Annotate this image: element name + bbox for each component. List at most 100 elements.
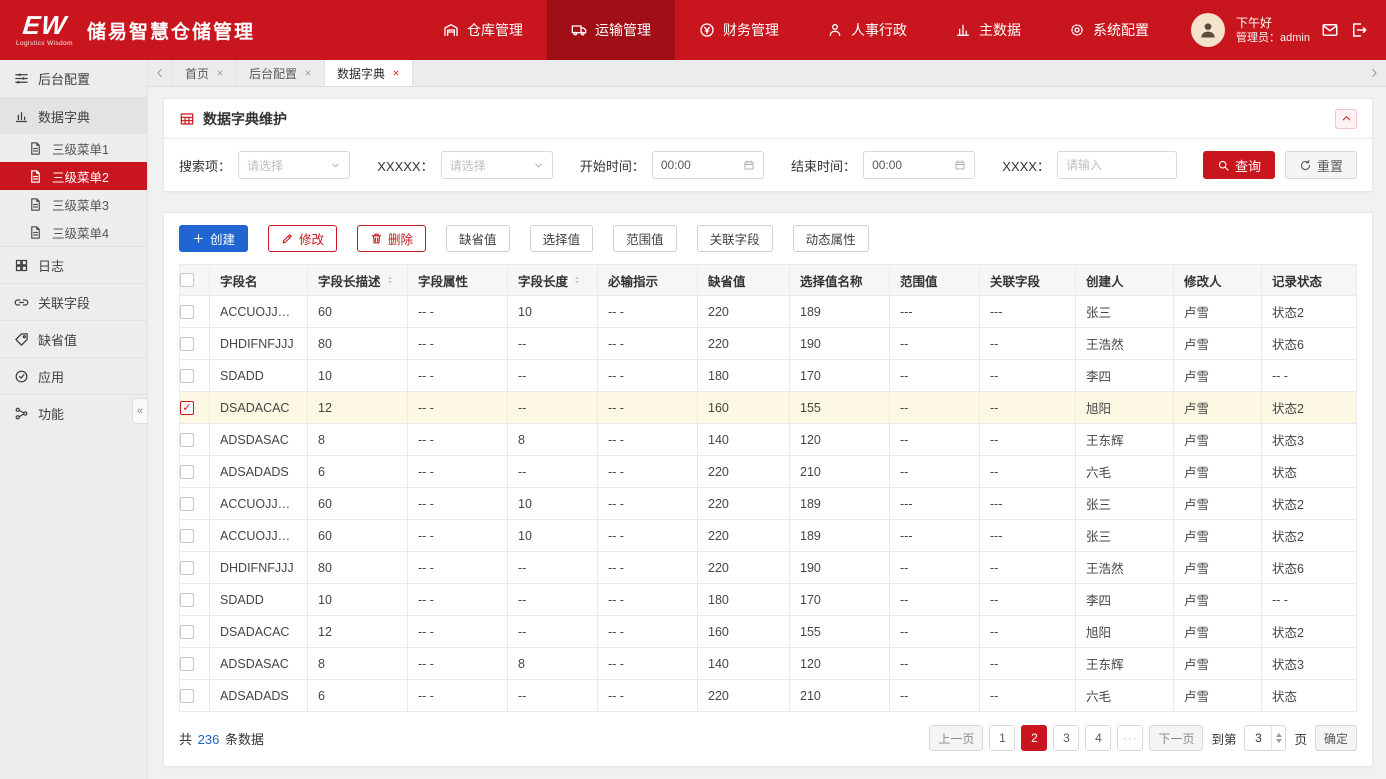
cell-modifier: 卢雪	[1174, 584, 1262, 616]
cell-field-attribute: -- -	[408, 392, 508, 424]
filter-label: 开始时间：	[580, 156, 645, 175]
filter-label: XXXXX：	[377, 156, 433, 175]
sidebar-collapse-handle[interactable]: «	[132, 398, 147, 424]
query-button[interactable]: 查询	[1203, 151, 1275, 179]
xxxx-input[interactable]	[1057, 151, 1177, 179]
tab-data-dictionary[interactable]: 数据字典	[325, 60, 413, 86]
table-row[interactable]: DHDIFNFJJJ 80 -- - -- -- - 220 190 -- --…	[180, 552, 1357, 584]
row-checkbox[interactable]	[180, 433, 194, 447]
close-icon[interactable]	[304, 69, 312, 77]
tabs-scroll-right[interactable]	[1362, 60, 1386, 86]
sidebar-item-backend-config[interactable]: 后台配置	[0, 60, 147, 97]
sidebar-item-default-values[interactable]: 缺省值	[0, 320, 147, 357]
confirm-page-button[interactable]: 确定	[1315, 725, 1357, 751]
select-all-checkbox[interactable]	[180, 273, 194, 287]
row-checkbox[interactable]	[180, 561, 194, 575]
row-checkbox[interactable]	[180, 529, 194, 543]
panel-collapse-button[interactable]	[1335, 109, 1357, 129]
row-checkbox[interactable]	[180, 369, 194, 383]
sidebar-item-submenu-1[interactable]: 三级菜单1	[0, 134, 147, 162]
row-checkbox[interactable]	[180, 337, 194, 351]
table-row[interactable]: SDADD 10 -- - -- -- - 180 170 -- -- 李四 卢	[180, 584, 1357, 616]
table-row[interactable]: ACCUOJJDJN 60 -- - 10 -- - 220 189 --- -…	[180, 296, 1357, 328]
select-value-button[interactable]: 选择值	[530, 225, 594, 252]
end-time-picker[interactable]: 00:00	[863, 151, 975, 179]
sidebar-item-submenu-2[interactable]: 三级菜单2	[0, 162, 147, 190]
greeting-block: 下午好 管理员：admin	[1236, 17, 1310, 44]
cell-field-length: --	[508, 680, 598, 712]
logout-icon[interactable]	[1350, 21, 1368, 39]
nav-hr[interactable]: 人事行政	[803, 0, 931, 60]
xxxxx-select[interactable]: 请选择	[441, 151, 553, 179]
tab-home[interactable]: 首页	[172, 60, 237, 86]
prev-page-button[interactable]: 上一页	[929, 725, 983, 751]
sidebar-item-submenu-3[interactable]: 三级菜单3	[0, 190, 147, 218]
avatar[interactable]	[1191, 13, 1225, 47]
nav-transport[interactable]: 运输管理	[547, 0, 675, 60]
start-time-picker[interactable]: 00:00	[652, 151, 764, 179]
table-row[interactable]: ADSADADS 6 -- - -- -- - 220 210 -- -- 六毛	[180, 456, 1357, 488]
sidebar-item-data-dictionary[interactable]: 数据字典	[0, 97, 147, 134]
row-checkbox-cell	[180, 392, 210, 424]
row-checkbox[interactable]	[180, 401, 194, 415]
page-button-4[interactable]: 4	[1085, 725, 1111, 751]
sidebar-item-submenu-4[interactable]: 三级菜单4	[0, 218, 147, 246]
page-button-1[interactable]: 1	[989, 725, 1015, 751]
table-row[interactable]: DSADACAC 12 -- - -- -- - 160 155 -- -- 旭…	[180, 392, 1357, 424]
sidebar-item-related-fields[interactable]: 关联字段	[0, 283, 147, 320]
related-field-button[interactable]: 关联字段	[697, 225, 773, 252]
row-checkbox[interactable]	[180, 497, 194, 511]
sidebar-item-application[interactable]: 应用	[0, 357, 147, 394]
cell-default-value: 220	[698, 552, 790, 584]
table-row[interactable]: DSADACAC 12 -- - -- -- - 160 155 -- -- 旭…	[180, 616, 1357, 648]
tab-backend-config[interactable]: 后台配置	[237, 60, 325, 86]
goto-page-input[interactable]: 3	[1244, 725, 1286, 751]
row-checkbox[interactable]	[180, 689, 194, 703]
next-page-button[interactable]: 下一页	[1149, 725, 1203, 751]
nav-finance[interactable]: 财务管理	[675, 0, 803, 60]
search-item-select[interactable]: 请选择	[238, 151, 350, 179]
nav-warehouse[interactable]: 仓库管理	[419, 0, 547, 60]
sidebar-item-logs[interactable]: 日志	[0, 246, 147, 283]
spinner-arrows[interactable]	[1271, 726, 1285, 750]
sort-icon[interactable]	[385, 275, 395, 285]
page-ellipsis[interactable]: ···	[1117, 725, 1143, 751]
modify-button[interactable]: 修改	[268, 225, 337, 252]
table-row[interactable]: ADSDASAC 8 -- - 8 -- - 140 120 -- -- 王东辉	[180, 424, 1357, 456]
table-row[interactable]: ACCUOJJDJN 60 -- - 10 -- - 220 189 --- -…	[180, 488, 1357, 520]
reset-button[interactable]: 重置	[1285, 151, 1357, 179]
row-checkbox[interactable]	[180, 465, 194, 479]
sidebar-item-function[interactable]: 功能	[0, 394, 147, 431]
cell-field-length: 8	[508, 424, 598, 456]
table-row[interactable]: DHDIFNFJJJ 80 -- - -- -- - 220 190 -- --…	[180, 328, 1357, 360]
table-row[interactable]: ACCUOJJDJN 60 -- - 10 -- - 220 189 --- -…	[180, 520, 1357, 552]
chevron-right-icon	[1368, 67, 1380, 79]
table-row[interactable]: ADSADADS 6 -- - -- -- - 220 210 -- -- 六毛	[180, 680, 1357, 712]
page-button-2[interactable]: 2	[1021, 725, 1047, 751]
row-checkbox[interactable]	[180, 657, 194, 671]
sidebar-item-label: 三级菜单3	[52, 195, 109, 214]
dynamic-attribute-button[interactable]: 动态属性	[793, 225, 869, 252]
page-button-3[interactable]: 3	[1053, 725, 1079, 751]
nav-system-config[interactable]: 系统配置	[1045, 0, 1173, 60]
row-checkbox[interactable]	[180, 305, 194, 319]
close-icon[interactable]	[216, 69, 224, 77]
delete-button[interactable]: 删除	[357, 225, 426, 252]
document-icon	[28, 197, 43, 212]
row-checkbox[interactable]	[180, 625, 194, 639]
tabs-scroll-left[interactable]	[148, 60, 172, 86]
default-value-button[interactable]: 缺省值	[446, 225, 510, 252]
sort-icon[interactable]	[572, 275, 582, 285]
table-row[interactable]: ADSDASAC 8 -- - 8 -- - 140 120 -- -- 王东辉	[180, 648, 1357, 680]
nav-master-data[interactable]: 主数据	[931, 0, 1045, 60]
table-row[interactable]: SDADD 10 -- - -- -- - 180 170 -- -- 李四 卢	[180, 360, 1357, 392]
close-icon[interactable]	[392, 69, 400, 77]
range-value-button[interactable]: 范围值	[613, 225, 677, 252]
mail-icon[interactable]	[1321, 21, 1339, 39]
cell-required-indicator: -- -	[598, 488, 698, 520]
pager: 上一页 1 2 3 4 ···	[929, 725, 1357, 751]
create-button[interactable]: 创建	[179, 225, 248, 252]
cell-field-attribute: -- -	[408, 584, 508, 616]
row-checkbox[interactable]	[180, 593, 194, 607]
col-field-name: 字段名	[210, 265, 308, 296]
